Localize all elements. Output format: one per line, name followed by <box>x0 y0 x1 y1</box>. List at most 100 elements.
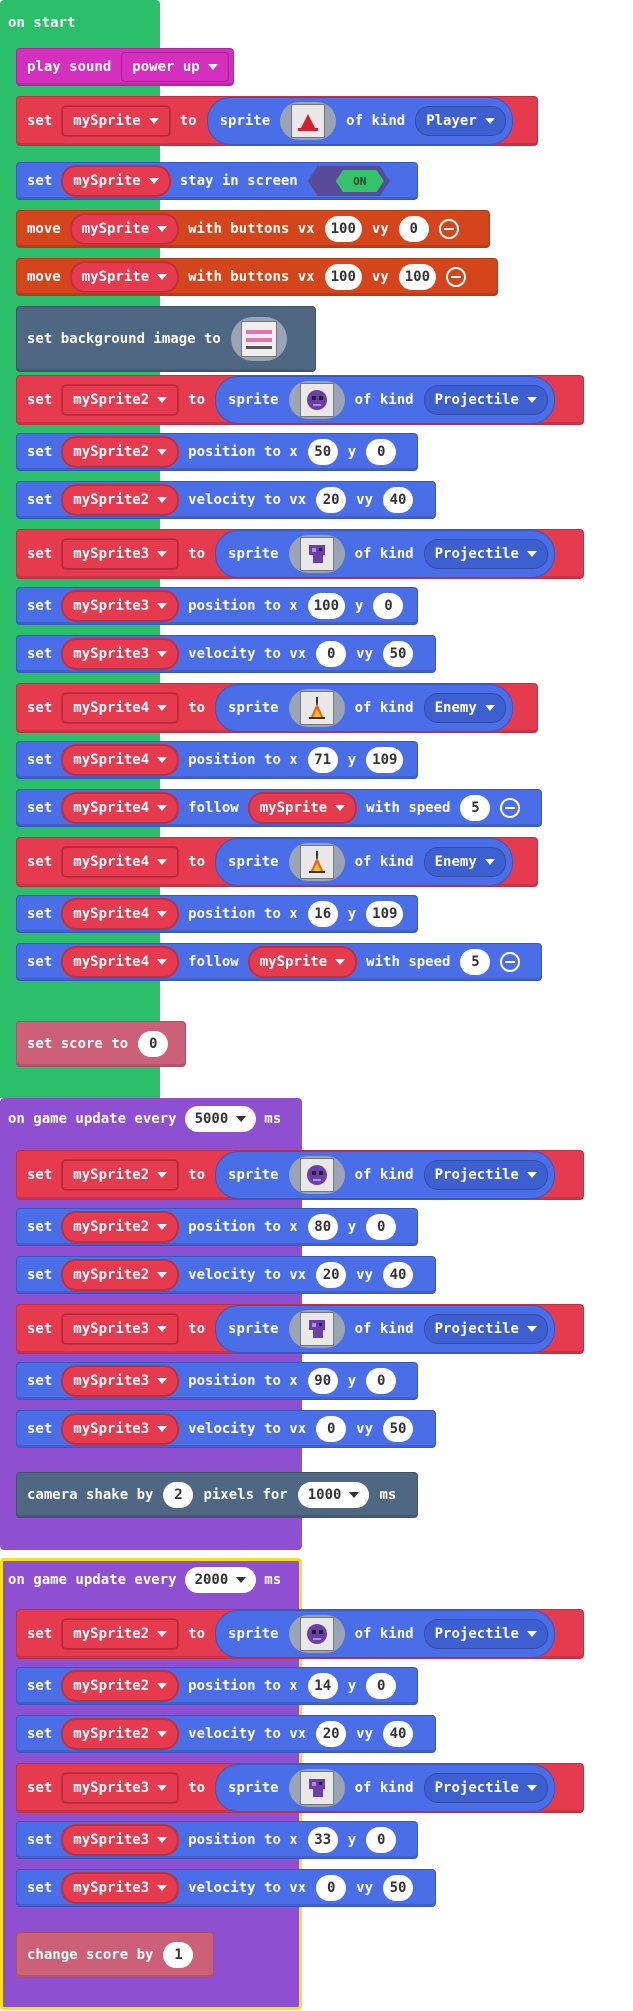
first-value-input[interactable]: 0 <box>316 641 347 667</box>
vy-input[interactable]: 100 <box>398 264 437 290</box>
variable-dropdown[interactable]: mySprite3 <box>62 1825 179 1855</box>
variable-dropdown[interactable]: mySprite <box>62 106 170 136</box>
move-with-buttons-block-2[interactable]: move mySprite with buttons vx 100 vy 100 <box>16 258 498 296</box>
sprite-of-kind-block[interactable]: sprite of kind Projectile <box>215 530 555 578</box>
first-value-input[interactable]: 90 <box>307 1368 338 1394</box>
sprite-image-picker[interactable] <box>288 381 345 419</box>
variable-dropdown[interactable]: mySprite2 <box>62 1671 179 1701</box>
variable-dropdown[interactable]: mySprite4 <box>62 793 179 823</box>
set-player-sprite-block[interactable]: set mySprite to sprite of kind Player <box>16 96 538 146</box>
sprite-image-picker[interactable] <box>288 1769 345 1807</box>
score-change-input[interactable]: 1 <box>163 1942 194 1968</box>
sprite-of-kind-block[interactable]: sprite of kind Projectile <box>215 376 555 424</box>
first-value-input[interactable]: 80 <box>307 1214 338 1240</box>
kind-dropdown[interactable]: Projectile <box>423 1619 548 1649</box>
interval-dropdown[interactable]: 5000 <box>184 1106 257 1132</box>
first-value-input[interactable]: 71 <box>307 747 338 773</box>
variable-dropdown[interactable]: mySprite <box>70 262 179 292</box>
set-position-block[interactable]: set mySprite2 position to x 50 y 0 <box>16 433 418 471</box>
kind-dropdown[interactable]: Projectile <box>423 1773 548 1803</box>
variable-dropdown[interactable]: mySprite2 <box>62 1260 179 1290</box>
kind-dropdown[interactable]: Projectile <box>423 539 548 569</box>
set-position-block[interactable]: set mySprite2 position to x 80 y 0 <box>16 1208 418 1246</box>
set-score-block[interactable]: set score to 0 <box>16 1021 186 1067</box>
sprite-image-picker[interactable] <box>288 689 345 727</box>
set-sprite-block[interactable]: set mySprite4 to sprite of kind Enemy <box>16 837 538 887</box>
variable-dropdown[interactable]: mySprite4 <box>62 847 179 877</box>
change-score-block[interactable]: change score by 1 <box>16 1932 214 1978</box>
set-velocity-block[interactable]: set mySprite3 velocity to vx 0 vy 50 <box>16 635 436 673</box>
sprite-image-picker[interactable] <box>288 1156 345 1194</box>
second-value-input[interactable]: 0 <box>366 1673 397 1699</box>
vx-input[interactable]: 100 <box>324 264 362 290</box>
sprite-of-kind-block[interactable]: sprite of kind Projectile <box>215 1764 555 1812</box>
set-sprite-block[interactable]: set mySprite2 to sprite of kind Projectile <box>16 375 584 425</box>
variable-dropdown[interactable]: mySprite2 <box>62 385 179 415</box>
minus-icon[interactable] <box>438 219 459 239</box>
set-background-image-block[interactable]: set background image to <box>16 306 316 372</box>
sprite-of-kind-block[interactable]: sprite of kind Projectile <box>215 1305 555 1353</box>
kind-dropdown[interactable]: Projectile <box>423 1160 548 1190</box>
set-velocity-block[interactable]: set mySprite2 velocity to vx 20 vy 40 <box>16 1256 436 1294</box>
sprite-image-picker[interactable] <box>288 1615 345 1653</box>
first-value-input[interactable]: 20 <box>316 1721 347 1747</box>
variable-dropdown[interactable]: mySprite4 <box>62 899 179 929</box>
variable-dropdown[interactable]: mySprite <box>70 214 179 244</box>
sound-dropdown[interactable]: power up <box>121 52 229 82</box>
first-value-input[interactable]: 16 <box>307 901 338 927</box>
second-value-input[interactable]: 109 <box>366 901 404 927</box>
variable-dropdown[interactable]: mySprite3 <box>62 1414 179 1444</box>
set-velocity-block[interactable]: set mySprite3 velocity to vx 0 vy 50 <box>16 1410 436 1448</box>
variable-dropdown[interactable]: mySprite2 <box>62 437 179 467</box>
kind-dropdown[interactable]: Enemy <box>423 847 506 877</box>
sprite-image-picker[interactable] <box>288 843 345 881</box>
vy-input[interactable]: 0 <box>398 216 429 242</box>
set-position-block[interactable]: set mySprite3 position to x 90 y 0 <box>16 1362 418 1400</box>
sprite-of-kind-block[interactable]: sprite of kind Projectile <box>215 1151 555 1199</box>
set-velocity-block[interactable]: set mySprite3 velocity to vx 0 vy 50 <box>16 1869 436 1907</box>
set-sprite-block[interactable]: set mySprite3 to sprite of kind Projectile <box>16 529 584 579</box>
score-input[interactable]: 0 <box>138 1031 169 1057</box>
set-position-block[interactable]: set mySprite4 position to x 16 y 109 <box>16 895 418 933</box>
variable-dropdown[interactable]: mySprite <box>248 947 357 977</box>
interval-dropdown[interactable]: 2000 <box>184 1567 257 1593</box>
minus-icon[interactable] <box>500 952 521 972</box>
variable-dropdown[interactable]: mySprite3 <box>62 591 179 621</box>
set-sprite-block[interactable]: set mySprite3 to sprite of kind Projectile <box>16 1763 584 1813</box>
kind-dropdown[interactable]: Projectile <box>423 385 548 415</box>
variable-dropdown[interactable]: mySprite2 <box>62 485 179 515</box>
second-value-input[interactable]: 0 <box>373 593 404 619</box>
second-value-input[interactable]: 0 <box>366 1368 397 1394</box>
first-value-input[interactable]: 0 <box>316 1875 347 1901</box>
sprite-image-picker[interactable] <box>288 535 345 573</box>
sprite-image-picker[interactable] <box>280 102 337 140</box>
first-value-input[interactable]: 50 <box>307 439 338 465</box>
first-value-input[interactable]: 0 <box>316 1416 347 1442</box>
set-position-block[interactable]: set mySprite2 position to x 14 y 0 <box>16 1667 418 1705</box>
set-sprite-block[interactable]: set mySprite2 to sprite of kind Projectile <box>16 1609 584 1659</box>
variable-dropdown[interactable]: mySprite3 <box>62 1314 179 1344</box>
second-value-input[interactable]: 40 <box>383 487 414 513</box>
speed-input[interactable]: 5 <box>460 795 491 821</box>
first-value-input[interactable]: 20 <box>316 487 347 513</box>
vx-input[interactable]: 100 <box>324 216 362 242</box>
variable-dropdown[interactable]: mySprite4 <box>62 947 179 977</box>
variable-dropdown[interactable]: mySprite <box>62 166 170 196</box>
background-image-picker[interactable] <box>230 317 287 361</box>
second-value-input[interactable]: 0 <box>366 439 397 465</box>
sprite-of-kind-block[interactable]: sprite of kind Projectile <box>215 1610 555 1658</box>
second-value-input[interactable]: 40 <box>383 1721 414 1747</box>
duration-dropdown[interactable]: 1000 <box>297 1482 370 1508</box>
second-value-input[interactable]: 50 <box>383 1875 414 1901</box>
sprite-image-picker[interactable] <box>288 1310 345 1348</box>
variable-dropdown[interactable]: mySprite3 <box>62 539 179 569</box>
set-sprite-block[interactable]: set mySprite3 to sprite of kind Projectile <box>16 1304 584 1354</box>
second-value-input[interactable]: 109 <box>366 747 404 773</box>
kind-dropdown[interactable]: Player <box>415 106 506 136</box>
second-value-input[interactable]: 50 <box>383 1416 414 1442</box>
set-velocity-block[interactable]: set mySprite2 velocity to vx 20 vy 40 <box>16 1715 436 1753</box>
variable-dropdown[interactable]: mySprite4 <box>62 693 179 723</box>
second-value-input[interactable]: 0 <box>366 1827 397 1853</box>
variable-dropdown[interactable]: mySprite3 <box>62 1773 179 1803</box>
variable-dropdown[interactable]: mySprite2 <box>62 1719 179 1749</box>
